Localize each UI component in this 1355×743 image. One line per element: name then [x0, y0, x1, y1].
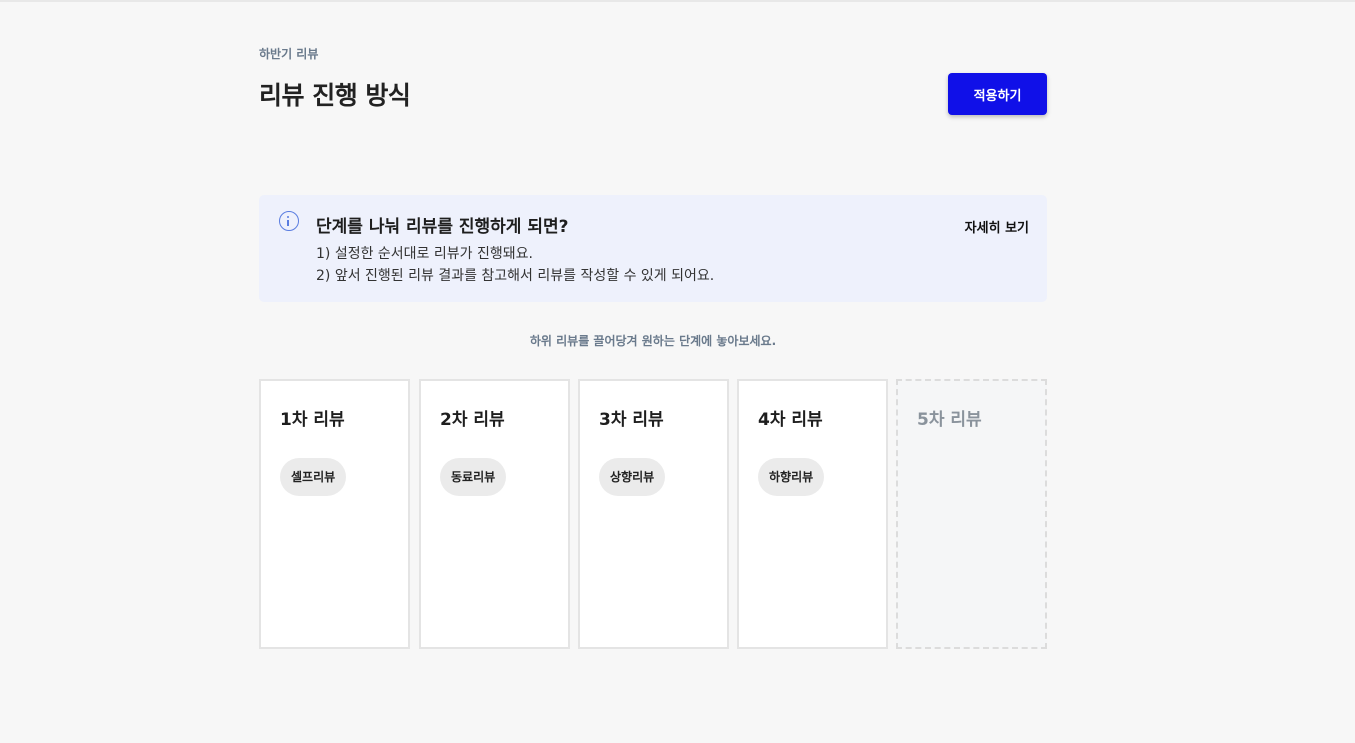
info-line-1: 1) 설정한 순서대로 리뷰가 진행돼요.: [316, 246, 533, 262]
review-chip-downward[interactable]: 하향리뷰: [758, 458, 825, 496]
info-line-2: 2) 앞서 진행된 리뷰 결과를 참고해서 리뷰를 작성할 수 있게 되어요.: [316, 268, 715, 284]
stage-3-column[interactable]: 3차 리뷰 상향리뷰: [578, 379, 729, 649]
page-title: 리뷰 진행 방식: [259, 81, 411, 110]
info-circle-icon: [279, 211, 299, 231]
section-eyebrow: 하반기 리뷰: [259, 47, 319, 61]
stage-4-column[interactable]: 4차 리뷰 하향리뷰: [737, 379, 888, 649]
stage-title: 3차 리뷰: [599, 410, 664, 430]
review-chip-peer[interactable]: 동료리뷰: [440, 458, 507, 496]
stage-title: 4차 리뷰: [758, 410, 823, 430]
stage-title: 1차 리뷰: [280, 410, 345, 430]
apply-button[interactable]: 적용하기: [948, 73, 1047, 115]
see-details-link[interactable]: 자세히 보기: [965, 217, 1029, 236]
stage-1-column[interactable]: 1차 리뷰 셀프리뷰: [259, 379, 410, 649]
stage-2-column[interactable]: 2차 리뷰 동료리뷰: [419, 379, 570, 649]
stage-title: 5차 리뷰: [917, 410, 982, 430]
info-banner: 단계를 나눠 리뷰를 진행하게 되면? 1) 설정한 순서대로 리뷰가 진행돼요…: [259, 195, 1047, 302]
page-container: 하반기 리뷰 리뷰 진행 방식 적용하기 단계를 나눠 리뷰를 진행하게 되면?…: [259, 0, 1047, 743]
info-title: 단계를 나눠 리뷰를 진행하게 되면?: [316, 217, 569, 237]
stage-title: 2차 리뷰: [440, 410, 505, 430]
stage-5-dropzone[interactable]: 5차 리뷰: [896, 379, 1047, 649]
review-chip-self[interactable]: 셀프리뷰: [280, 458, 347, 496]
stage-board: 1차 리뷰 셀프리뷰 2차 리뷰 동료리뷰 3차 리뷰 상향리뷰 4차 리뷰 하…: [259, 379, 1047, 649]
drag-hint: 하위 리뷰를 끌어당겨 원하는 단계에 놓아보세요.: [529, 334, 777, 348]
review-chip-upward[interactable]: 상향리뷰: [599, 458, 666, 496]
